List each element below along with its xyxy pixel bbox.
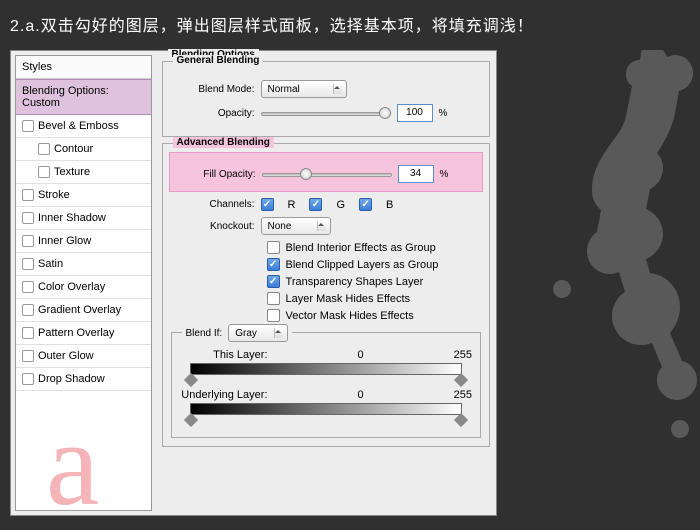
sidebar-item-label: Drop Shadow (38, 373, 105, 385)
sidebar-item-bevel-emboss[interactable]: Bevel & Emboss (16, 115, 151, 138)
under-hi: 255 (454, 389, 472, 401)
opt-label: Vector Mask Hides Effects (286, 310, 414, 322)
fill-opacity-slider[interactable] (262, 167, 392, 181)
group-label: General Blending (173, 55, 264, 66)
sidebar-item-label: Color Overlay (38, 281, 105, 293)
checkbox-icon[interactable] (22, 235, 34, 247)
slider-thumb-icon[interactable] (300, 168, 312, 180)
checkbox-icon[interactable] (22, 212, 34, 224)
group-label: Advanced Blending (173, 137, 274, 148)
opacity-slider[interactable] (261, 106, 391, 120)
percent-label: % (440, 169, 449, 180)
fill-opacity-input[interactable]: 34 (398, 165, 434, 183)
decorative-splatter (520, 50, 700, 510)
blend-mode-select[interactable]: Normal (261, 80, 347, 98)
channel-b-label: B (386, 199, 393, 211)
sidebar-item-satin[interactable]: Satin (16, 253, 151, 276)
checkbox-icon[interactable] (22, 120, 34, 132)
sidebar-item-label: Satin (38, 258, 63, 270)
blend-if-label: Blend If: (186, 328, 223, 339)
channel-g-checkbox[interactable] (309, 198, 322, 211)
opt-blend-clipped-checkbox[interactable] (267, 258, 280, 271)
watermark: a (46, 404, 99, 524)
sidebar-item-label: Stroke (38, 189, 70, 201)
slider-thumb-icon[interactable] (379, 107, 391, 119)
sidebar-item-label: Inner Glow (38, 235, 91, 247)
this-hi: 255 (454, 349, 472, 361)
sidebar-item-texture[interactable]: Texture (16, 161, 151, 184)
sidebar-item-label: Blending Options: Custom (22, 85, 145, 109)
checkbox-icon[interactable] (22, 327, 34, 339)
opt-vector-mask-checkbox[interactable] (267, 309, 280, 322)
this-lo: 0 (358, 349, 364, 361)
checkbox-icon[interactable] (22, 281, 34, 293)
blend-if-select[interactable]: Gray (228, 324, 288, 342)
blend-if-group: Blend If: Gray This Layer:0255 Underlyin… (171, 332, 481, 438)
sidebar-item-label: Inner Shadow (38, 212, 106, 224)
opt-label: Blend Interior Effects as Group (286, 242, 436, 254)
underlying-layer-gradient[interactable] (190, 403, 462, 415)
sidebar-item-drop-shadow[interactable]: Drop Shadow (16, 368, 151, 391)
opt-label: Layer Mask Hides Effects (286, 293, 411, 305)
layer-style-dialog: Styles Blending Options: Custom Bevel & … (10, 50, 497, 516)
channel-r-checkbox[interactable] (261, 198, 274, 211)
sidebar-item-stroke[interactable]: Stroke (16, 184, 151, 207)
general-blending-group: General Blending Blend Mode: Normal Opac… (162, 61, 490, 137)
channel-b-checkbox[interactable] (359, 198, 372, 211)
sidebar-item-label: Outer Glow (38, 350, 94, 362)
opt-label: Transparency Shapes Layer (286, 276, 424, 288)
sidebar-item-label: Pattern Overlay (38, 327, 114, 339)
underlying-layer-label: Underlying Layer: (180, 389, 268, 401)
this-layer-gradient[interactable] (190, 363, 462, 375)
percent-label: % (439, 108, 448, 119)
sidebar-item-contour[interactable]: Contour (16, 138, 151, 161)
sidebar-item-label: Bevel & Emboss (38, 120, 119, 132)
sidebar-item-pattern-overlay[interactable]: Pattern Overlay (16, 322, 151, 345)
knockout-select[interactable]: None (261, 217, 331, 235)
channels-label: Channels: (171, 199, 255, 210)
opacity-input[interactable]: 100 (397, 104, 433, 122)
instruction-text: 2.a.双击勾好的图层，弹出图层样式面板，选择基本项，将填充调浅！ (0, 0, 700, 48)
fill-opacity-label: Fill Opacity: (172, 169, 256, 180)
checkbox-icon[interactable] (38, 143, 50, 155)
checkbox-icon[interactable] (22, 189, 34, 201)
main-panel: Blending Options General Blending Blend … (152, 51, 496, 515)
checkbox-icon[interactable] (22, 258, 34, 270)
highlight-fill-opacity: Advanced Blending Fill Opacity: 34 % (169, 152, 483, 192)
sidebar-item-label: Texture (54, 166, 90, 178)
channel-g-label: G (336, 199, 345, 211)
under-lo: 0 (358, 389, 364, 401)
sidebar-item-inner-glow[interactable]: Inner Glow (16, 230, 151, 253)
advanced-blending-group: Advanced Blending Fill Opacity: 34 % Cha… (162, 143, 490, 447)
opt-transparency-shapes-checkbox[interactable] (267, 275, 280, 288)
sidebar-item-inner-shadow[interactable]: Inner Shadow (16, 207, 151, 230)
opt-layer-mask-checkbox[interactable] (267, 292, 280, 305)
this-layer-label: This Layer: (180, 349, 268, 361)
channel-r-label: R (288, 199, 296, 211)
opacity-label: Opacity: (171, 108, 255, 119)
sidebar-item-outer-glow[interactable]: Outer Glow (16, 345, 151, 368)
sidebar-item-label: Gradient Overlay (38, 304, 121, 316)
sidebar-item-label: Contour (54, 143, 93, 155)
opt-label: Blend Clipped Layers as Group (286, 259, 439, 271)
checkbox-icon[interactable] (38, 166, 50, 178)
sidebar-item-gradient-overlay[interactable]: Gradient Overlay (16, 299, 151, 322)
sidebar-header[interactable]: Styles (16, 56, 151, 79)
blend-mode-label: Blend Mode: (171, 84, 255, 95)
styles-sidebar: Styles Blending Options: Custom Bevel & … (15, 55, 152, 511)
knockout-label: Knockout: (171, 221, 255, 232)
checkbox-icon[interactable] (22, 373, 34, 385)
sidebar-item-blending-options[interactable]: Blending Options: Custom (16, 79, 151, 115)
sidebar-item-color-overlay[interactable]: Color Overlay (16, 276, 151, 299)
opt-blend-interior-checkbox[interactable] (267, 241, 280, 254)
checkbox-icon[interactable] (22, 304, 34, 316)
checkbox-icon[interactable] (22, 350, 34, 362)
